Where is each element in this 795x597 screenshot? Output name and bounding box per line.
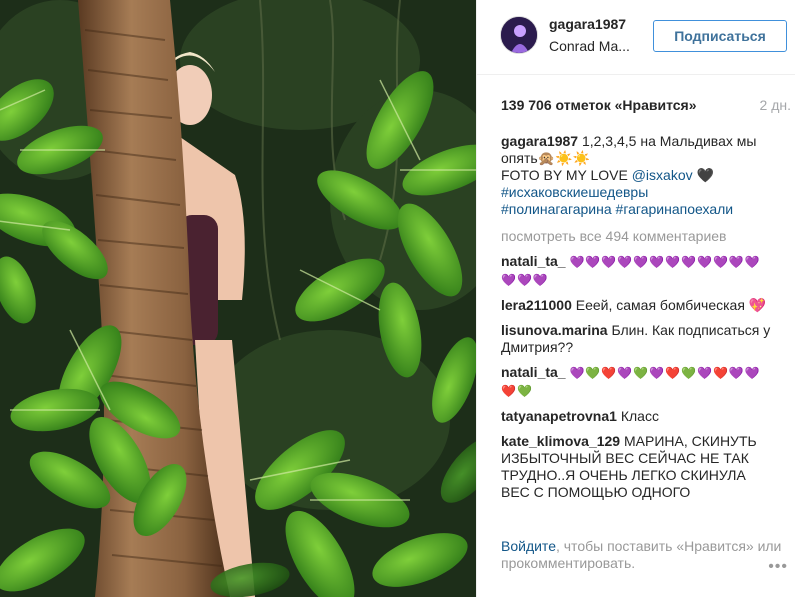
comment-item: tatyanapetrovna1 Класс [501, 408, 771, 425]
likes-row: 139 706 отметок «Нравится» 2 дн. [501, 97, 791, 113]
comment-item: natali_ta_ 💜💜💜💜💜💜💜💜💜💜💜💜💜💜💜 [501, 253, 771, 289]
caption-hashtag[interactable]: #исхаковскиешедевры [501, 184, 648, 200]
comment-username[interactable]: natali_ta_ [501, 253, 566, 269]
post-photo[interactable] [0, 0, 476, 597]
comment-item: lera211000 Ееей, самая бомбическая 💖 [501, 297, 771, 314]
comment-username[interactable]: lisunova.marina [501, 322, 608, 338]
post-location[interactable]: Conrad Ma... [549, 38, 630, 54]
avatar-image [501, 17, 537, 53]
comment-item: natali_ta_ 💜💚❤️💜💚💜❤️💚💜❤️💜💜❤️💚 [501, 364, 771, 400]
comment-item: kate_klimova_129 МАРИНА, СКИНУТЬ ИЗБЫТОЧ… [501, 433, 771, 503]
post-username[interactable]: gagara1987 [549, 16, 626, 32]
comment-username[interactable]: tatyanapetrovna1 [501, 408, 617, 424]
comment-text: Класс [620, 408, 659, 424]
caption-username[interactable]: gagara1987 [501, 133, 578, 149]
login-link[interactable]: Войдите [501, 538, 556, 554]
view-all-comments-link[interactable]: посмотреть все 494 комментариев [501, 228, 771, 245]
post-header: gagara1987 Conrad Ma... Подписаться [477, 0, 795, 75]
comment-username[interactable]: kate_klimova_129 [501, 433, 620, 449]
jungle-photo-illustration [0, 0, 476, 597]
avatar[interactable] [500, 16, 538, 54]
post-time[interactable]: 2 дн. [760, 97, 791, 113]
comment-text: Ееей, самая бомбическая 💖 [575, 297, 767, 313]
follow-button[interactable]: Подписаться [653, 20, 787, 52]
comment-username[interactable]: natali_ta_ [501, 364, 566, 380]
caption-mention[interactable]: @isxakov [632, 167, 693, 183]
caption-text-3: 🖤 [692, 167, 714, 183]
caption-hashtag[interactable]: #гагаринапоехали [616, 201, 734, 217]
comment-username[interactable]: lera211000 [501, 297, 572, 313]
more-options-icon[interactable]: ••• [768, 558, 788, 576]
comment-item: lisunova.marina Блин. Как подписаться у … [501, 322, 771, 356]
login-prompt: Войдите, чтобы поставить «Нравится» или … [501, 538, 791, 572]
likes-count[interactable]: 139 706 отметок «Нравится» [501, 97, 697, 113]
comments-list: gagara1987 1,2,3,4,5 на Мальдивах мы опя… [501, 133, 771, 511]
caption-hashtag[interactable]: #полинагагарина [501, 201, 612, 217]
post-caption: gagara1987 1,2,3,4,5 на Мальдивах мы опя… [501, 133, 771, 218]
caption-text-2: FOTO BY MY LOVE [501, 167, 632, 183]
post-sidebar: gagara1987 Conrad Ma... Подписаться 139 … [476, 0, 795, 597]
